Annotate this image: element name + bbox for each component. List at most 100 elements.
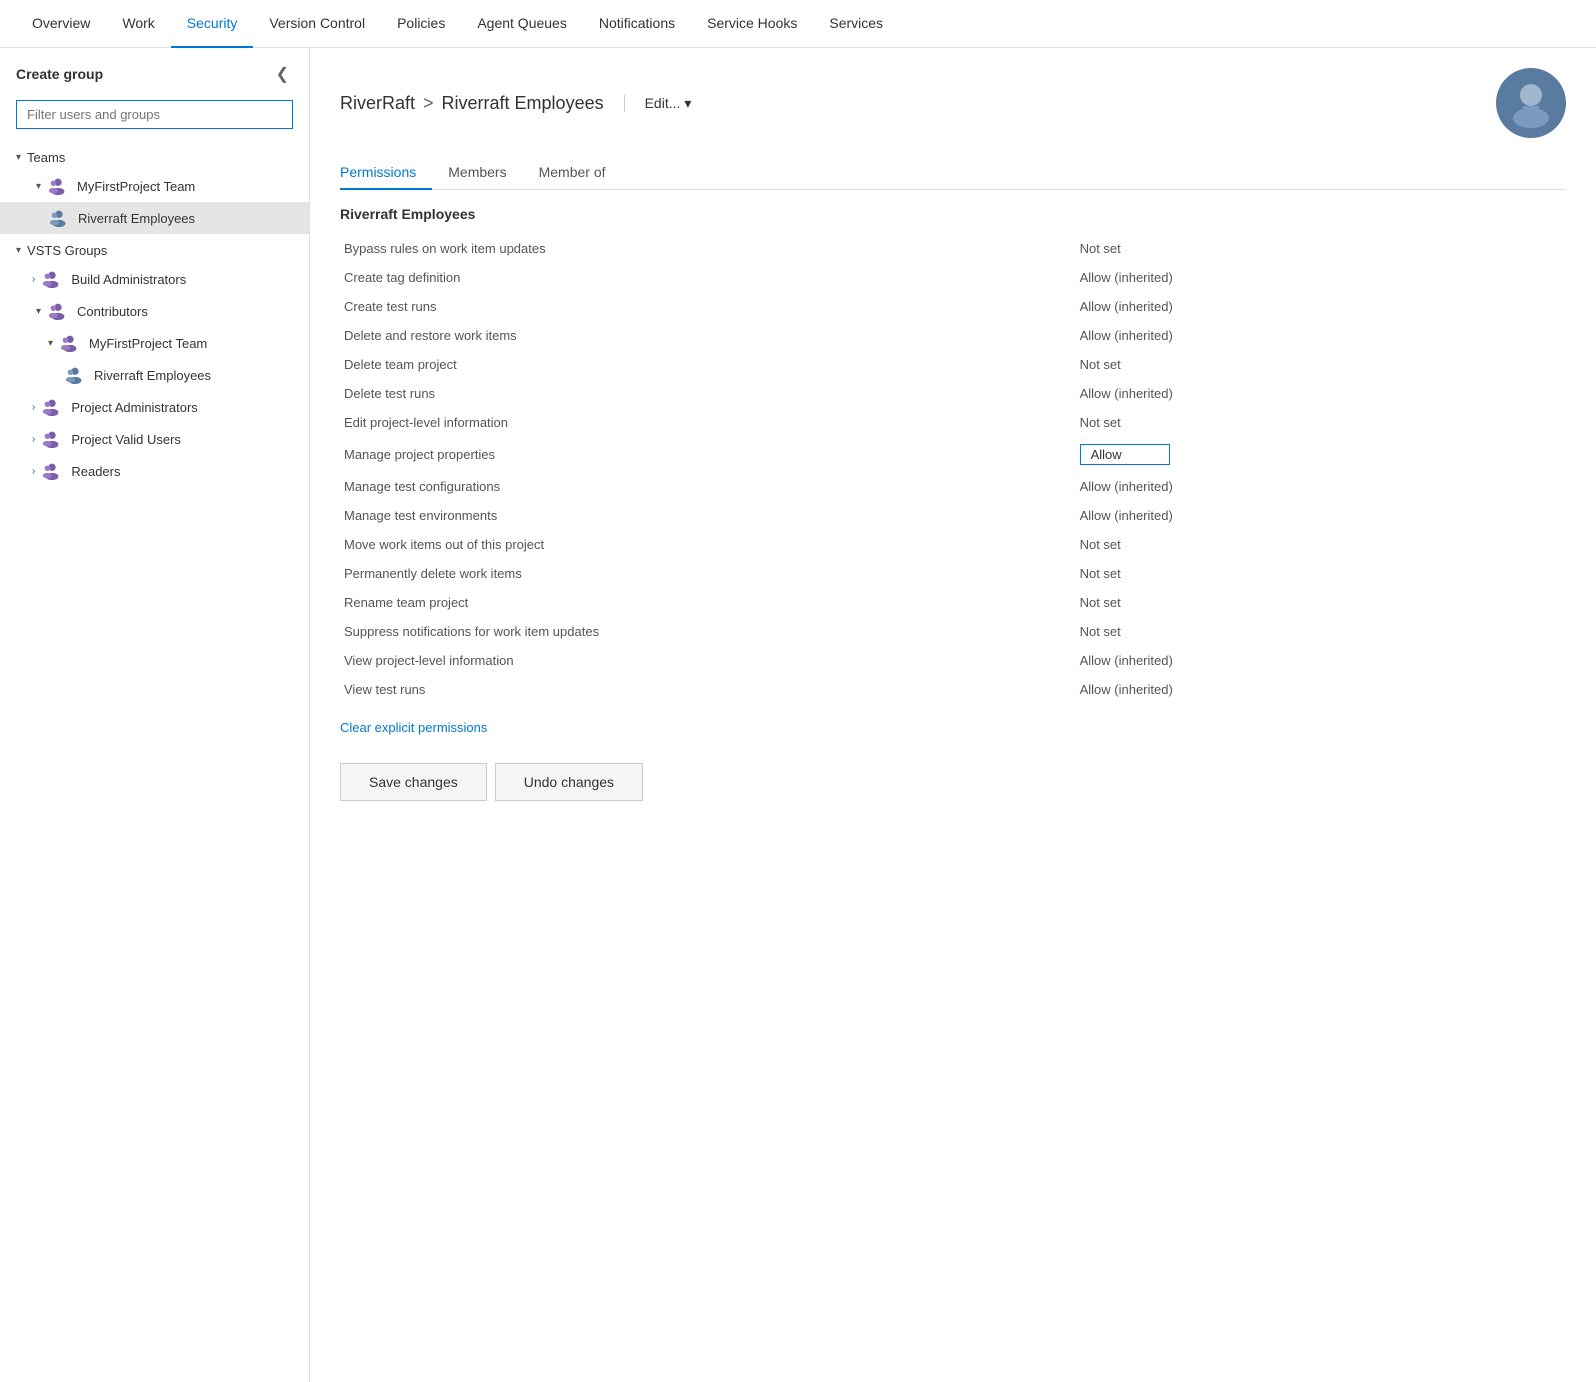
readers-label: Readers (71, 464, 120, 479)
vsts-groups-label: VSTS Groups (27, 243, 107, 258)
nav-item-notifications[interactable]: Notifications (583, 0, 691, 48)
permission-name: Manage test environments (340, 501, 1076, 530)
contributors-riverraft-item[interactable]: Riverraft Employees (0, 359, 309, 391)
permission-value: Not set (1076, 559, 1566, 588)
vsts-chevron-icon: ▾ (16, 245, 21, 256)
permission-name: Rename team project (340, 588, 1076, 617)
project-admins-chevron-icon: › (32, 402, 35, 413)
main-layout: Create group ❮ ▾ Teams ▾ (0, 48, 1596, 1382)
tab-members[interactable]: Members (448, 156, 522, 190)
permission-value: Not set (1076, 530, 1566, 559)
permission-value: Allow (inherited) (1076, 646, 1566, 675)
contributors-chevron-icon: ▾ (36, 306, 41, 317)
riverraft-employees-item[interactable]: Riverraft Employees (0, 202, 309, 234)
breadcrumb-separator: > (423, 93, 434, 114)
permission-row: Manage test environmentsAllow (inherited… (340, 501, 1566, 530)
breadcrumb: RiverRaft > Riverraft Employees (340, 93, 604, 114)
contributors-myfirstproject-item[interactable]: ▾ MyFirstProject Team (0, 327, 309, 359)
contributors-riverraft-icon (64, 364, 86, 386)
edit-chevron-icon: ▾ (684, 95, 691, 112)
contributors-myfirstproject-chevron-icon: ▾ (48, 338, 53, 349)
permission-name: Manage test configurations (340, 472, 1076, 501)
tab-member-of[interactable]: Member of (539, 156, 622, 190)
riverraft-employees-label: Riverraft Employees (78, 211, 195, 226)
build-admins-item[interactable]: › Build Administrators (0, 263, 309, 295)
save-changes-button[interactable]: Save changes (340, 763, 487, 801)
teams-label: Teams (27, 150, 65, 165)
sidebar: Create group ❮ ▾ Teams ▾ (0, 48, 310, 1382)
nav-item-work[interactable]: Work (106, 0, 170, 48)
filter-input[interactable] (16, 100, 293, 129)
permission-row: Permanently delete work itemsNot set (340, 559, 1566, 588)
contributors-myfirstproject-icon (59, 332, 81, 354)
nav-item-overview[interactable]: Overview (16, 0, 106, 48)
top-navigation: Overview Work Security Version Control P… (0, 0, 1596, 48)
contributors-riverraft-label: Riverraft Employees (94, 368, 211, 383)
purple-group-icon (47, 175, 69, 197)
nav-item-version-control[interactable]: Version Control (253, 0, 381, 48)
nav-item-service-hooks[interactable]: Service Hooks (691, 0, 813, 48)
permission-value: Not set (1076, 350, 1566, 379)
permissions-table: Bypass rules on work item updatesNot set… (340, 234, 1566, 704)
permission-row: Delete team projectNot set (340, 350, 1566, 379)
permission-value-box[interactable]: Allow (1080, 444, 1170, 465)
contributors-label: Contributors (77, 304, 148, 319)
permission-value: Not set (1076, 588, 1566, 617)
permission-row: Suppress notifications for work item upd… (340, 617, 1566, 646)
permission-name: Create tag definition (340, 263, 1076, 292)
project-valid-users-group-icon (41, 428, 63, 450)
undo-changes-button[interactable]: Undo changes (495, 763, 643, 801)
permission-value: Not set (1076, 408, 1566, 437)
vsts-groups-section-header[interactable]: ▾ VSTS Groups (0, 238, 309, 263)
permission-row: Manage project propertiesAllow (340, 437, 1566, 472)
project-admins-item[interactable]: › Project Administrators (0, 391, 309, 423)
readers-chevron-icon: › (32, 466, 35, 477)
contributors-myfirstproject-label: MyFirstProject Team (89, 336, 207, 351)
permissions-tabs: Permissions Members Member of (340, 156, 1566, 190)
permission-name: Manage project properties (340, 437, 1076, 472)
teams-section-header[interactable]: ▾ Teams (0, 145, 309, 170)
project-admins-label: Project Administrators (71, 400, 197, 415)
permission-name: Edit project-level information (340, 408, 1076, 437)
nav-item-agent-queues[interactable]: Agent Queues (461, 0, 583, 48)
teams-chevron-icon: ▾ (16, 152, 21, 163)
edit-button[interactable]: Edit... ▾ (645, 95, 692, 112)
nav-item-services[interactable]: Services (813, 0, 899, 48)
myfirstproject-team-header[interactable]: ▾ MyFirstProject Team (0, 170, 309, 202)
permission-row: Delete and restore work itemsAllow (inhe… (340, 321, 1566, 350)
build-admins-group-icon (41, 268, 63, 290)
permission-row: Create test runsAllow (inherited) (340, 292, 1566, 321)
edit-dropdown: Edit... ▾ (624, 95, 692, 112)
permission-name: Create test runs (340, 292, 1076, 321)
permission-row: View test runsAllow (inherited) (340, 675, 1566, 704)
permission-row: Edit project-level informationNot set (340, 408, 1566, 437)
permission-row: Bypass rules on work item updatesNot set (340, 234, 1566, 263)
permission-value: Allow (inherited) (1076, 321, 1566, 350)
blue-group-icon (48, 207, 70, 229)
clear-explicit-permissions-link[interactable]: Clear explicit permissions (340, 720, 487, 735)
nav-item-security[interactable]: Security (171, 0, 254, 48)
permission-row: Delete test runsAllow (inherited) (340, 379, 1566, 408)
readers-item[interactable]: › Readers (0, 455, 309, 487)
permission-value: Allow (inherited) (1076, 379, 1566, 408)
content-area: RiverRaft > Riverraft Employees Edit... … (310, 48, 1596, 1382)
breadcrumb-group: Riverraft Employees (442, 93, 604, 114)
avatar-person-icon (1506, 78, 1556, 128)
permission-value: Allow (inherited) (1076, 675, 1566, 704)
build-admins-chevron-icon: › (32, 274, 35, 285)
permission-value[interactable]: Allow (1076, 437, 1566, 472)
tab-permissions[interactable]: Permissions (340, 156, 432, 190)
permission-name: Suppress notifications for work item upd… (340, 617, 1076, 646)
bottom-buttons: Save changes Undo changes (340, 763, 1566, 801)
permission-value: Allow (inherited) (1076, 292, 1566, 321)
nav-item-policies[interactable]: Policies (381, 0, 461, 48)
myfirstproject-team-label: MyFirstProject Team (77, 179, 195, 194)
permission-row: View project-level informationAllow (inh… (340, 646, 1566, 675)
collapse-sidebar-button[interactable]: ❮ (272, 62, 293, 86)
permission-name: View project-level information (340, 646, 1076, 675)
edit-label: Edit... (645, 95, 681, 111)
project-valid-users-item[interactable]: › Project Valid Users (0, 423, 309, 455)
avatar (1496, 68, 1566, 138)
contributors-header[interactable]: ▾ Contributors (0, 295, 309, 327)
permission-name: Bypass rules on work item updates (340, 234, 1076, 263)
